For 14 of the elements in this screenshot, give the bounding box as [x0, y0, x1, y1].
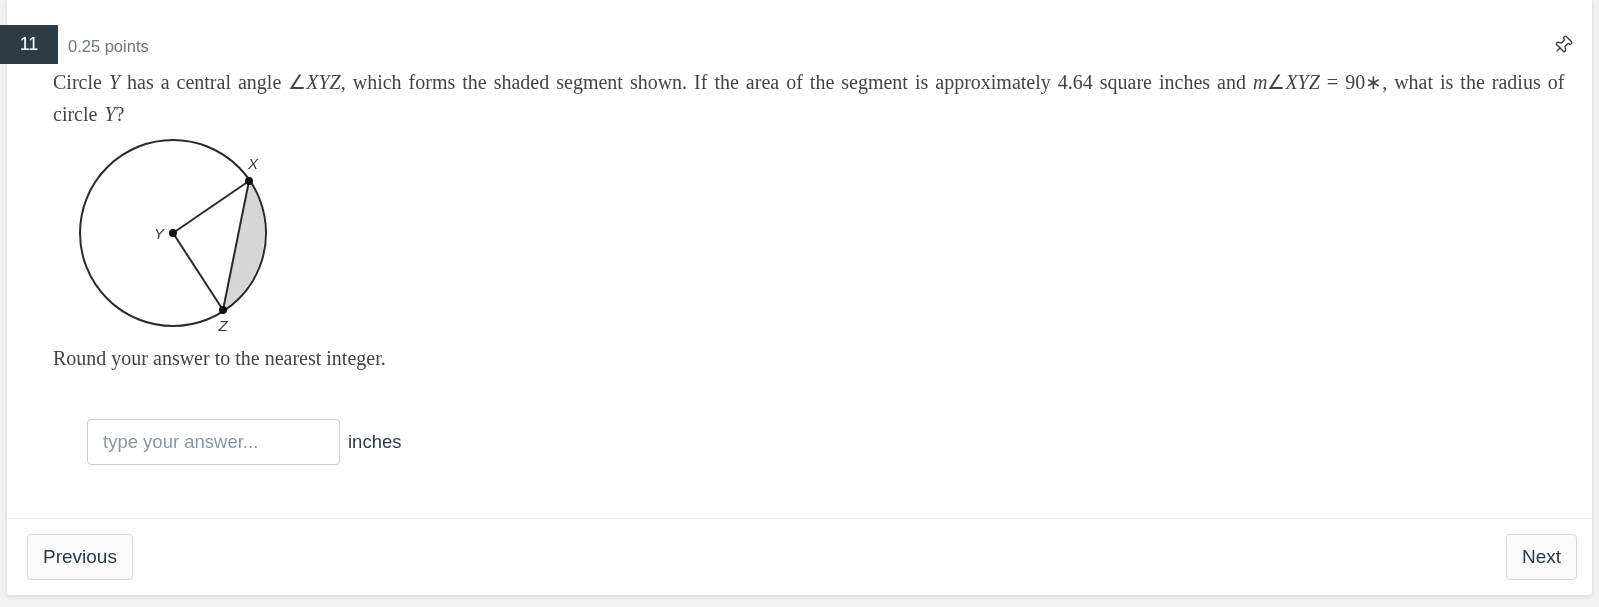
previous-button[interactable]: Previous	[27, 534, 133, 580]
point-dot	[169, 229, 177, 237]
unit-label: inches	[348, 431, 402, 453]
question-text: Circle Y has a central angle ∠XYZ, which forms the shaded segment shown. If the area of the segment is approximately 4.64 square inches and m∠XYZ = 90∗, what is the radius of circle Y?	[53, 70, 1566, 127]
point-label: X	[248, 155, 258, 172]
points-label: 0.25 points	[68, 36, 149, 56]
point-label: Z	[218, 317, 228, 334]
point-label: Y	[154, 225, 164, 242]
next-button[interactable]: Next	[1505, 534, 1577, 580]
instruction-text: Round your answer to the nearest integer.	[53, 346, 386, 372]
point-dot	[219, 306, 227, 314]
answer-input[interactable]: type your answer...	[87, 419, 340, 465]
question-number: 11	[0, 25, 58, 64]
point-dot	[245, 177, 253, 185]
